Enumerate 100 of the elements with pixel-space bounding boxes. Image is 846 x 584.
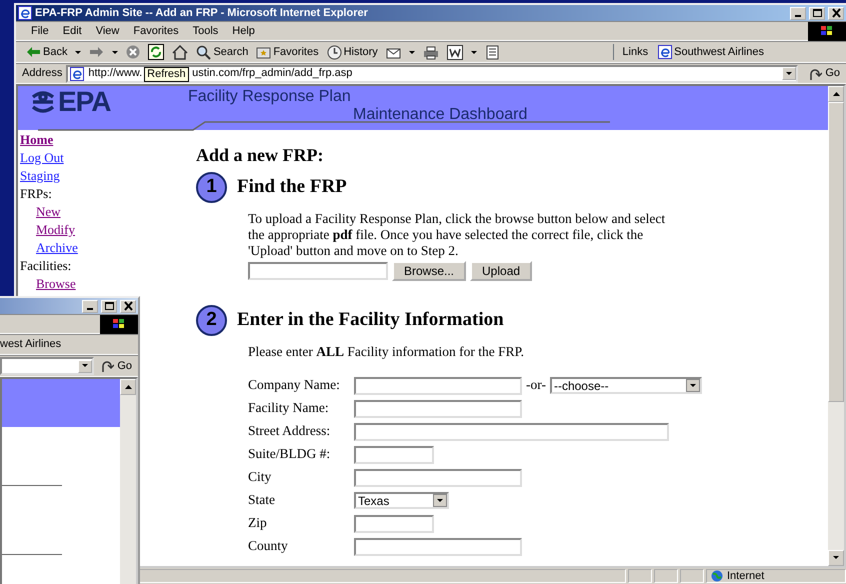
address-label: Address: [22, 66, 62, 82]
field-label: Company Name:: [248, 376, 341, 394]
down-arrow-icon: [832, 556, 840, 560]
field-label: County: [248, 537, 289, 556]
nav-section-label: FRPs:: [20, 186, 52, 201]
nav-section-label: Facilities:: [20, 258, 72, 273]
dropdown-field[interactable]: --choose--: [550, 377, 702, 394]
dropdown-button[interactable]: [110, 50, 120, 54]
nav-link[interactable]: Home: [20, 132, 54, 147]
caret-icon: [408, 50, 415, 54]
step-title: Enter in the Facility Information: [237, 308, 504, 332]
field-label: Street Address:: [248, 422, 332, 440]
input-field[interactable]: [354, 376, 522, 394]
link-item[interactable]: Southwest Airlines: [656, 44, 766, 60]
toolbar-button[interactable]: [170, 44, 190, 60]
caret-icon: [786, 72, 793, 76]
input-field[interactable]: [354, 468, 522, 486]
field-label: Suite/BLDG #:: [248, 445, 332, 464]
document-icon: [446, 44, 463, 60]
page-icon: [70, 66, 84, 80]
status-zone: Internet: [706, 569, 846, 583]
input-field[interactable]: [354, 446, 434, 464]
upload-button[interactable]: Upload: [470, 261, 532, 281]
banner-subtitle: Maintenance Dashboard: [352, 106, 528, 124]
up-arrow-icon: [832, 92, 840, 96]
input-field[interactable]: [354, 514, 434, 532]
menu-item[interactable]: View: [88, 22, 126, 40]
close-icon: [830, 8, 842, 18]
nav-link[interactable]: Modify: [36, 222, 75, 237]
nav-link[interactable]: New: [36, 204, 61, 219]
browser-icon: [18, 6, 32, 20]
file-path-field[interactable]: [248, 262, 388, 280]
input-field[interactable]: [354, 400, 522, 418]
go-arrow-icon: [100, 359, 114, 373]
dropdown-field[interactable]: Texas: [354, 492, 449, 509]
caret-icon: [112, 50, 118, 54]
toolbar-button[interactable]: History: [324, 44, 380, 60]
minimize-button[interactable]: [790, 6, 806, 20]
globe-icon: [711, 570, 723, 582]
up-arrow-icon: [124, 385, 132, 389]
input-field[interactable]: [354, 422, 669, 440]
search-icon: [196, 44, 212, 60]
toolbar-button[interactable]: Back: [24, 44, 70, 60]
logo-text: EPA: [58, 88, 110, 116]
menu-item[interactable]: Edit: [56, 22, 89, 40]
scroll-up-button[interactable]: [120, 379, 136, 395]
go-button[interactable]: Go: [94, 358, 138, 374]
dropdown-button[interactable]: [406, 50, 417, 54]
minimize-icon: [795, 14, 801, 16]
logo-icon: [30, 91, 56, 113]
dropdown-button[interactable]: [78, 360, 92, 372]
nav-link[interactable]: Staging: [20, 168, 60, 183]
home-icon: [172, 44, 188, 60]
instructions: To upload a Facility Response Plan, click the browse button below and select the appropriate pdf file. Once you have selected the correct file, click the 'Upload' button and move on to Step 2.: [248, 211, 666, 259]
minimize-button[interactable]: [82, 300, 98, 312]
go-arrow-icon: [808, 66, 822, 80]
menu-item[interactable]: File: [24, 22, 56, 40]
maximize-button[interactable]: [101, 300, 117, 312]
step-number: 2: [196, 305, 227, 336]
instructions: Please enter ALL Facility information for the FRP.: [248, 344, 525, 360]
browse-button[interactable]: Browse...: [392, 261, 466, 281]
close-icon: [122, 301, 134, 311]
window-title: EPA-FRP Admin Site -- Add an FRP - Microsoft Internet Explorer: [35, 6, 368, 21]
nav-link[interactable]: Log Out: [20, 150, 64, 165]
link-item[interactable]: west Airlines: [0, 336, 62, 353]
close-button[interactable]: [120, 300, 136, 312]
input-field[interactable]: [354, 538, 522, 556]
scroll-thumb[interactable]: [828, 102, 844, 402]
toolbar-button[interactable]: Search: [194, 44, 250, 60]
page-icon: [658, 45, 672, 59]
close-button[interactable]: [828, 6, 844, 20]
caret-icon: [470, 50, 477, 54]
address-field[interactable]: [0, 357, 94, 375]
maximize-icon: [812, 8, 822, 18]
menu-item[interactable]: Favorites: [126, 22, 186, 40]
stop-icon: [126, 45, 140, 59]
minimize-icon: [87, 308, 93, 310]
toolbar-button[interactable]: [146, 44, 166, 60]
dropdown-button[interactable]: [73, 50, 84, 54]
toolbar-button[interactable]: [444, 44, 465, 60]
caret-icon: [82, 364, 89, 368]
notepad-icon: [484, 44, 500, 60]
menu-item[interactable]: Help: [225, 22, 262, 40]
dropdown-button[interactable]: [468, 50, 479, 54]
address-field[interactable]: http://www. Refresh ustin.com/frp_admin/add_frp.asp: [66, 64, 798, 82]
page-heading: Add a new FRP:: [196, 144, 325, 166]
nav-link[interactable]: Archive: [36, 240, 78, 255]
toolbar-button[interactable]: Favorites: [254, 44, 321, 60]
dropdown-button[interactable]: [782, 67, 796, 80]
printer-icon: [422, 44, 439, 60]
nav-link[interactable]: Browse: [36, 276, 76, 291]
go-button[interactable]: Go: [802, 65, 846, 82]
clock-icon: [326, 44, 342, 60]
scroll-up-button[interactable]: [828, 86, 844, 102]
scroll-down-button[interactable]: [828, 550, 844, 566]
windows-logo-icon: [100, 314, 138, 334]
maximize-button[interactable]: [809, 6, 825, 20]
menu-item[interactable]: Tools: [186, 22, 226, 40]
refresh-icon: [148, 44, 164, 60]
field-label: Zip: [248, 514, 268, 532]
